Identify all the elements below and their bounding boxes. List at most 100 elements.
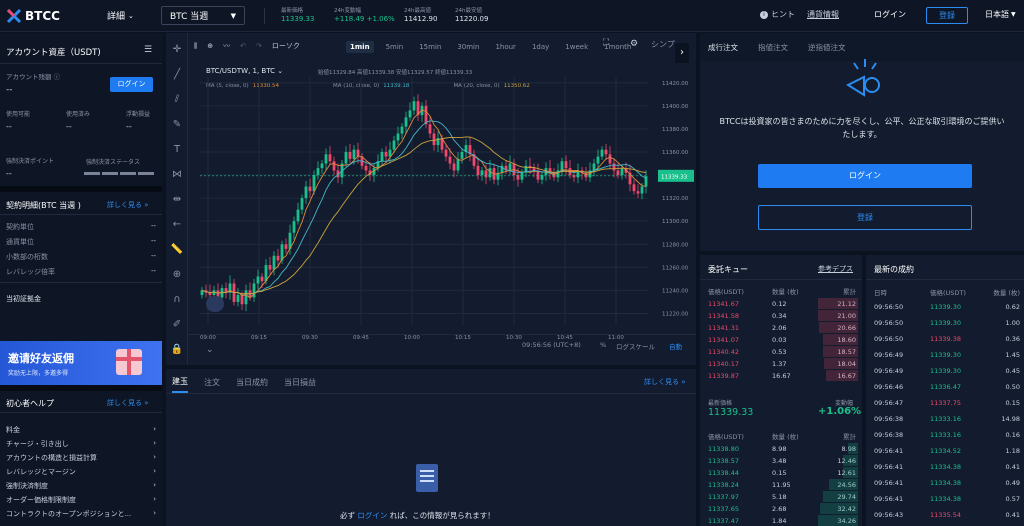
help-icon: ⓘ <box>53 73 61 81</box>
logo[interactable]: BTCC <box>6 8 60 24</box>
contract-more-link[interactable]: 詳しく見る » <box>107 200 149 210</box>
language-select[interactable]: 日本語 ▼ <box>985 9 1016 20</box>
help-item[interactable]: アカウントの構造と損益計算 › <box>6 453 156 463</box>
tab-orders[interactable]: 注文 <box>204 377 220 392</box>
help-item[interactable]: オーダー価格制限制度 › <box>6 495 156 505</box>
candle-body <box>640 186 644 194</box>
ask-row[interactable]: 11340.42 0.53 18.57 <box>708 346 858 357</box>
help-item[interactable]: 強制決済制度 › <box>6 481 156 491</box>
list-icon[interactable]: ☰ <box>144 45 152 55</box>
current-price-label: 11339.33 <box>661 174 688 180</box>
ask-row[interactable]: 11339.87 16.67 16.67 <box>708 370 858 381</box>
tab-limit-order[interactable]: 指値注文 <box>746 42 800 53</box>
orderbook-header: 価格(USDT) 数量 (枚) 累計 <box>708 287 856 296</box>
timeframe-1hour[interactable]: 1hour <box>491 41 520 53</box>
hint-link[interactable]: i ヒント <box>760 9 795 20</box>
add-icon[interactable]: ⊕ <box>207 42 213 50</box>
y-tick-label: 11300.00 <box>662 219 689 225</box>
intro-text: BTCCは投資家の皆さまのために力を尽くし、公平、公正な取引環境のご提供いたしま… <box>719 117 1005 139</box>
magnet-icon[interactable]: ∩ <box>170 293 184 307</box>
trendline-icon[interactable]: ╱ <box>170 68 184 82</box>
redo-icon[interactable]: ↷ <box>256 42 262 50</box>
tab-today-pnl[interactable]: 当日損益 <box>284 377 316 392</box>
tab-market-order[interactable]: 成行注文 <box>700 42 746 53</box>
auto-scale-toggle[interactable]: 自動 <box>669 341 682 351</box>
zoom-in-icon[interactable]: ⊕ <box>170 268 184 282</box>
caret-down-icon: ▼ <box>1011 11 1016 18</box>
candlestick-chart[interactable]: 11420.0011400.0011380.0011360.0011340.00… <box>196 55 696 345</box>
cloud-icon[interactable] <box>206 296 224 312</box>
timeframe-1day[interactable]: 1day <box>528 41 553 53</box>
pair-select[interactable]: BTC 当週 ▼ <box>161 6 245 25</box>
order-register-button[interactable]: 登録 <box>758 205 972 230</box>
depth-link[interactable]: 参考デプス <box>818 264 853 274</box>
bid-row[interactable]: 11338.80 8.98 8.98 <box>708 443 858 454</box>
help-item[interactable]: 料金 › <box>6 425 156 435</box>
text-tool-icon[interactable]: T <box>170 143 184 157</box>
ruler-icon[interactable]: 📏 <box>170 243 184 257</box>
brush-icon[interactable]: ✎ <box>170 118 184 132</box>
measure-icon[interactable]: ⇹ <box>170 193 184 207</box>
collapse-icon[interactable]: ⌄ <box>206 345 214 355</box>
timeframe-15min[interactable]: 15min <box>415 41 445 53</box>
ask-row[interactable]: 11340.17 1.37 18.04 <box>708 358 858 369</box>
timeframe-5min[interactable]: 5min <box>382 41 408 53</box>
timeframe-1week[interactable]: 1week <box>561 41 592 53</box>
timeframe-1min[interactable]: 1min <box>346 40 374 53</box>
compare-icon[interactable]: 〰 <box>223 41 230 51</box>
log-scale-toggle[interactable]: ログスケール <box>616 341 655 351</box>
x-tick-label: 09:45 <box>353 335 369 341</box>
candle-type[interactable]: ローソク <box>272 41 300 51</box>
login-button[interactable]: ログイン <box>110 77 153 92</box>
bid-row[interactable]: 11337.47 1.84 34.26 <box>708 515 858 526</box>
ask-row[interactable]: 11341.07 0.03 18.60 <box>708 334 858 345</box>
details-menu[interactable]: 詳細 ⌄ <box>107 9 134 23</box>
tab-today-trades[interactable]: 当日成約 <box>236 377 268 392</box>
lock-icon[interactable]: 🔒 <box>170 343 184 357</box>
ask-row[interactable]: 11341.58 0.34 21.00 <box>708 310 858 321</box>
megaphone-icon <box>845 59 880 97</box>
stat-value: 11220.09 <box>455 15 489 23</box>
register-button[interactable]: 登録 <box>926 7 968 24</box>
candle-body <box>592 163 596 171</box>
ask-row[interactable]: 11341.67 0.12 21.12 <box>708 298 858 309</box>
screenshot-icon[interactable]: ⛶ <box>603 38 609 48</box>
bid-row[interactable]: 11338.44 0.15 12.61 <box>708 467 858 478</box>
empty-login-link[interactable]: ログイン <box>357 511 387 520</box>
help-item[interactable]: コントラクトのオープンポジションと... › <box>6 509 156 519</box>
tab-stop-order[interactable]: 逆指値注文 <box>800 42 854 53</box>
candle-body <box>320 163 324 169</box>
pattern-icon[interactable]: ⋈ <box>170 168 184 182</box>
undo-icon[interactable]: ↶ <box>240 42 246 50</box>
crosshair-icon[interactable]: ✛ <box>170 43 184 57</box>
indicator-icon[interactable]: ⫼ <box>194 42 197 51</box>
timeframe-30min[interactable]: 30min <box>453 41 483 53</box>
news-link[interactable]: 通貨情報 <box>807 9 839 20</box>
order-login-button[interactable]: ログイン <box>758 164 972 188</box>
login-link[interactable]: ログイン <box>874 9 906 20</box>
pitchfork-icon[interactable]: ⫽ <box>170 93 184 107</box>
help-item[interactable]: レバレッジとマージン › <box>6 467 156 477</box>
candle-body <box>456 158 460 171</box>
depth-bar <box>818 310 858 321</box>
simple-label[interactable]: シンプ <box>651 39 675 50</box>
ask-row[interactable]: 11341.31 2.06 20.66 <box>708 322 858 333</box>
percent-toggle[interactable]: % <box>600 341 606 349</box>
settings-icon[interactable]: ⚙ <box>630 39 638 49</box>
invite-banner[interactable]: 邀请好友返佣 奖励无上限，多邀多得 <box>0 341 162 385</box>
bid-row[interactable]: 11337.97 5.18 29.74 <box>708 491 858 502</box>
bid-row[interactable]: 11338.57 3.48 12.46 <box>708 455 858 466</box>
tab-positions[interactable]: 建玉 <box>172 376 188 393</box>
x-tick-label: 09:00 <box>200 335 216 341</box>
help-item[interactable]: チャージ・引き出し › <box>6 439 156 449</box>
positions-more-link[interactable]: 詳しく見る » <box>644 377 686 387</box>
bid-row[interactable]: 11338.24 11.95 24.56 <box>708 479 858 490</box>
help-more-link[interactable]: 詳しく見る » <box>107 398 149 408</box>
lock-draw-icon[interactable]: ✐ <box>170 318 184 332</box>
gift-icon <box>116 349 142 375</box>
trade-row: 09:56:41 11334.38 0.57 <box>874 495 1020 503</box>
margin-title: 当初証拠金 <box>6 295 41 303</box>
arrow-left-icon[interactable]: ← <box>170 218 184 232</box>
bid-row[interactable]: 11337.65 2.68 32.42 <box>708 503 858 514</box>
section-separator <box>0 385 162 391</box>
